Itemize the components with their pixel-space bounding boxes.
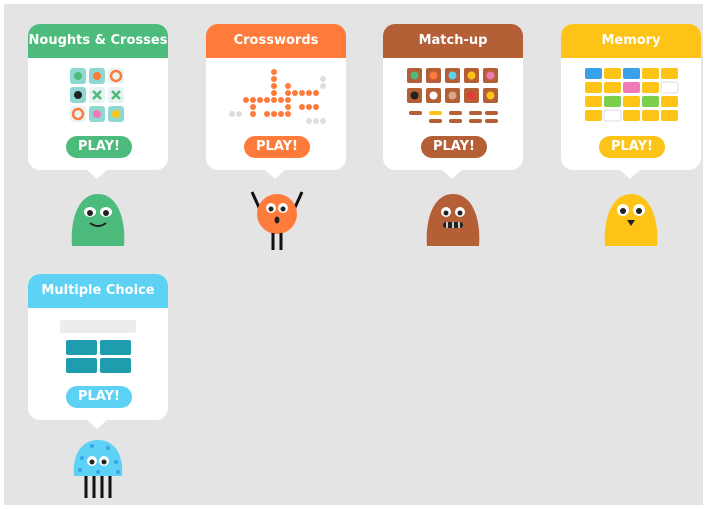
- game-card-crosswords[interactable]: Crosswords PLAY!: [206, 24, 346, 179]
- memory-preview: [585, 68, 679, 122]
- orange-round-mascot: [250, 191, 304, 250]
- yellow-blob-mascot: [604, 194, 658, 246]
- card-title: Memory: [561, 24, 701, 58]
- play-button[interactable]: PLAY!: [66, 136, 132, 158]
- brown-blob-mascot: [426, 194, 480, 246]
- play-button[interactable]: PLAY!: [599, 136, 665, 158]
- game-card-multiple-choice[interactable]: Multiple Choice PLAY!: [28, 274, 168, 429]
- game-card-noughts-crosses[interactable]: Noughts & Crosses PLAY!: [28, 24, 168, 179]
- crosswords-preview: [229, 69, 326, 124]
- play-button[interactable]: PLAY!: [244, 136, 310, 158]
- green-blob-mascot: [71, 194, 125, 246]
- card-title: Multiple Choice: [28, 274, 168, 308]
- play-button[interactable]: PLAY!: [66, 386, 132, 408]
- card-title: Noughts & Crosses: [28, 24, 168, 58]
- match-up-preview: [407, 68, 498, 123]
- card-title: Match-up: [383, 24, 523, 58]
- game-card-memory[interactable]: Memory PLAY!: [561, 24, 701, 179]
- game-selection-area: Noughts & Crosses PLAY! Crosswords PLAY!…: [4, 4, 703, 505]
- game-card-match-up[interactable]: Match-up PLAY!: [383, 24, 523, 179]
- play-button[interactable]: PLAY!: [421, 136, 487, 158]
- card-title: Crosswords: [206, 24, 346, 58]
- noughts-crosses-preview: [70, 68, 124, 122]
- multiple-choice-preview: [60, 320, 136, 373]
- blue-fuzzy-mascot: [73, 440, 123, 498]
